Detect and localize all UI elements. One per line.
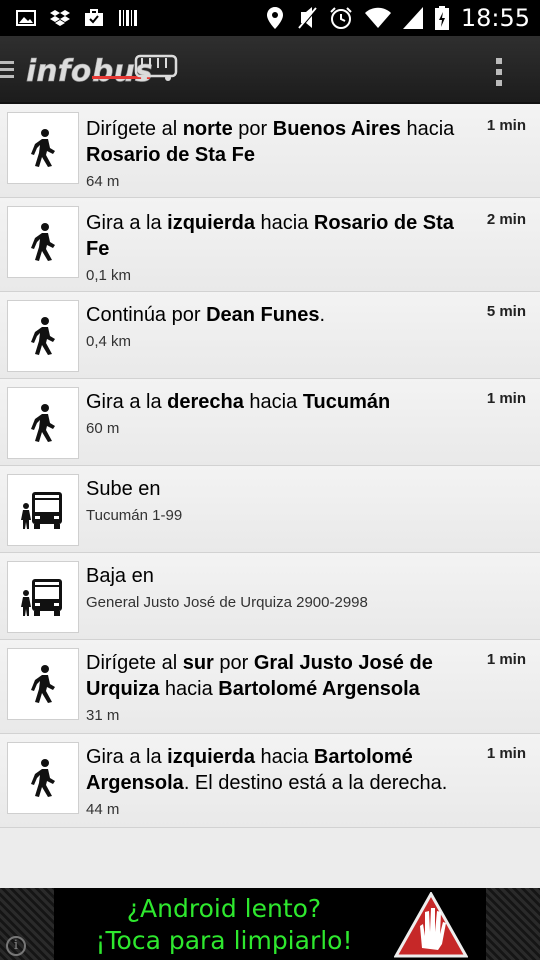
instruction-emphasis: Buenos Aires bbox=[272, 118, 401, 140]
instruction-text: Baja en bbox=[86, 565, 154, 587]
instruction-emphasis: Dean Funes bbox=[206, 304, 320, 326]
direction-step[interactable]: Dirígete al sur por Gral Justo José de U… bbox=[0, 640, 540, 734]
step-distance: 44 m bbox=[86, 801, 120, 818]
battery-icon bbox=[434, 6, 449, 30]
step-distance: 0,1 km bbox=[86, 267, 132, 284]
action-bar: info bus bbox=[0, 36, 540, 104]
direction-step[interactable]: Gira a la izquierda hacia Bartolomé Arge… bbox=[0, 734, 540, 828]
ad-line-2: ¡Toca para limpiarlo! bbox=[95, 926, 353, 955]
bus-icon bbox=[7, 474, 79, 546]
directions-list[interactable]: Dirígete al norte por Buenos Aires hacia… bbox=[0, 104, 540, 832]
step-distance: 64 m bbox=[86, 173, 120, 190]
step-instruction: Gira a la izquierda hacia Rosario de Sta… bbox=[86, 210, 468, 262]
mute-icon bbox=[298, 7, 317, 29]
step-text: Sube en Tucumán 1-99 bbox=[86, 476, 468, 524]
instruction-emphasis: derecha bbox=[167, 391, 244, 413]
stop-hand-icon bbox=[394, 892, 468, 958]
step-instruction: Gira a la derecha hacia Tucumán bbox=[86, 389, 468, 415]
direction-step[interactable]: Sube en Tucumán 1-99 bbox=[0, 466, 540, 553]
step-text: Gira a la izquierda hacia Bartolomé Arge… bbox=[86, 744, 468, 818]
step-instruction: Continúa por Dean Funes. bbox=[86, 302, 468, 328]
direction-step[interactable]: Continúa por Dean Funes. 0,4 km 5 min bbox=[0, 292, 540, 379]
step-text: Continúa por Dean Funes. 0,4 km bbox=[86, 302, 468, 350]
step-instruction: Dirígete al norte por Buenos Aires hacia… bbox=[86, 116, 468, 168]
step-distance: 60 m bbox=[86, 420, 120, 437]
instruction-text: hacia bbox=[254, 746, 314, 768]
step-instruction: Dirígete al sur por Gral Justo José de U… bbox=[86, 650, 468, 702]
wifi-icon bbox=[364, 7, 391, 28]
bus-icon bbox=[7, 561, 79, 633]
instruction-text: Dirígete al bbox=[86, 652, 183, 674]
step-text: Dirígete al sur por Gral Justo José de U… bbox=[86, 650, 468, 724]
direction-step[interactable]: Gira a la izquierda hacia Rosario de Sta… bbox=[0, 198, 540, 292]
step-instruction: Gira a la izquierda hacia Bartolomé Arge… bbox=[86, 744, 468, 796]
instruction-emphasis: Rosario de Sta Fe bbox=[86, 144, 255, 166]
instruction-text: hacia bbox=[400, 118, 455, 140]
step-instruction: Sube en bbox=[86, 476, 468, 502]
walk-icon bbox=[7, 387, 79, 459]
step-duration: 1 min bbox=[486, 745, 526, 762]
instruction-text: . El destino está a la derecha. bbox=[183, 772, 448, 794]
step-text: Gira a la derecha hacia Tucumán 60 m bbox=[86, 389, 468, 437]
direction-step[interactable]: Baja en General Justo José de Urquiza 290… bbox=[0, 553, 540, 640]
app-logo[interactable]: info bus bbox=[24, 50, 178, 90]
instruction-emphasis: izquierda bbox=[167, 212, 255, 234]
svg-text:bus: bus bbox=[92, 54, 153, 89]
ad-line-1: ¿Android lento? bbox=[126, 894, 322, 923]
step-distance: 31 m bbox=[86, 707, 120, 724]
instruction-text: por bbox=[232, 118, 273, 140]
walk-icon bbox=[7, 648, 79, 720]
clock-time: 18:55 bbox=[460, 4, 530, 32]
instruction-text: Dirígete al bbox=[86, 118, 183, 140]
overflow-menu-icon[interactable] bbox=[492, 56, 506, 88]
step-duration: 1 min bbox=[486, 651, 526, 668]
direction-step[interactable]: Gira a la derecha hacia Tucumán 60 m 1 min bbox=[0, 379, 540, 466]
dropbox-icon bbox=[50, 10, 70, 26]
instruction-text: por bbox=[213, 652, 254, 674]
ad-banner[interactable]: i ¿Android lento? ¡Toca para limpiarlo! bbox=[0, 888, 540, 960]
svg-text:info: info bbox=[26, 54, 91, 89]
instruction-emphasis: norte bbox=[182, 118, 233, 140]
barcode-icon bbox=[119, 10, 137, 26]
step-distance: 0,4 km bbox=[86, 333, 132, 350]
direction-step[interactable]: Dirígete al norte por Buenos Aires hacia… bbox=[0, 104, 540, 198]
step-duration: 2 min bbox=[486, 211, 526, 228]
step-text: Dirígete al norte por Buenos Aires hacia… bbox=[86, 116, 468, 190]
instruction-text: Gira a la bbox=[86, 212, 168, 234]
step-duration: 1 min bbox=[486, 390, 526, 407]
walk-icon bbox=[7, 742, 79, 814]
instruction-text: hacia bbox=[159, 678, 219, 700]
instruction-emphasis: izquierda bbox=[167, 746, 255, 768]
instruction-text: Continúa por bbox=[86, 304, 207, 326]
instruction-emphasis: Bartolomé Argensola bbox=[218, 678, 420, 700]
instruction-text: hacia bbox=[243, 391, 303, 413]
step-text: Gira a la izquierda hacia Rosario de Sta… bbox=[86, 210, 468, 284]
instruction-emphasis: Tucumán bbox=[302, 391, 391, 413]
ad-info-icon[interactable]: i bbox=[6, 936, 26, 956]
walk-icon bbox=[7, 112, 79, 184]
ad-side-pattern bbox=[486, 888, 540, 960]
signal-icon bbox=[402, 7, 423, 29]
walk-icon bbox=[7, 300, 79, 372]
status-bar: 18:55 bbox=[0, 0, 540, 36]
step-distance: Tucumán 1-99 bbox=[86, 507, 183, 524]
instruction-text: . bbox=[319, 304, 325, 326]
step-instruction: Baja en bbox=[86, 563, 468, 589]
step-duration: 1 min bbox=[486, 117, 526, 134]
instruction-text: hacia bbox=[254, 212, 314, 234]
location-icon bbox=[266, 7, 283, 29]
gallery-icon bbox=[16, 10, 36, 26]
step-text: Baja en General Justo José de Urquiza 290… bbox=[86, 563, 468, 611]
walk-icon bbox=[7, 206, 79, 278]
instruction-text: Gira a la bbox=[86, 746, 168, 768]
step-duration: 5 min bbox=[486, 303, 526, 320]
alarm-icon bbox=[330, 7, 352, 29]
menu-icon[interactable] bbox=[0, 60, 14, 80]
step-distance: General Justo José de Urquiza 2900-2998 bbox=[86, 594, 368, 611]
briefcase-icon bbox=[85, 9, 103, 26]
instruction-emphasis: sur bbox=[182, 652, 214, 674]
instruction-text: Gira a la bbox=[86, 391, 168, 413]
instruction-text: Sube en bbox=[86, 478, 161, 500]
